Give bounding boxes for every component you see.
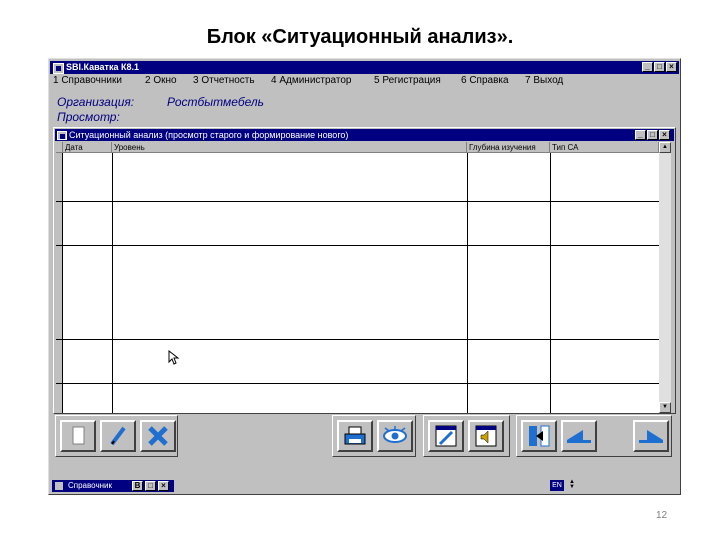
grid-line bbox=[550, 153, 551, 413]
menu-item-help[interactable]: 6 Справка bbox=[461, 75, 509, 86]
scroll-down-icon[interactable]: ▼ bbox=[659, 402, 671, 413]
table-row[interactable] bbox=[56, 339, 659, 340]
column-header-depth[interactable]: Глубина изучения bbox=[467, 142, 550, 153]
printer-icon bbox=[344, 426, 366, 445]
language-indicator[interactable]: EN bbox=[550, 480, 564, 491]
situation-analysis-window: Ситуационный анализ (просмотр старого и … bbox=[53, 127, 676, 414]
child-close-button[interactable]: × bbox=[659, 130, 670, 140]
grid-line bbox=[467, 153, 468, 413]
corner-cell bbox=[56, 142, 63, 153]
minimize-button[interactable]: _ bbox=[642, 62, 653, 72]
edit-record-button[interactable] bbox=[100, 420, 136, 452]
maximize-button[interactable]: □ bbox=[654, 62, 665, 72]
child-maximize-button[interactable]: □ bbox=[647, 130, 658, 140]
child-minimize-button[interactable]: _ bbox=[635, 130, 646, 140]
menu-item-admin[interactable]: 4 Администратор bbox=[271, 75, 352, 86]
analysis-table[interactable]: Дата Уровень Глубина изучения Тип СА bbox=[56, 142, 659, 413]
org-label: Организация: bbox=[57, 95, 135, 109]
app-title: SBI.Каватка К8.1 bbox=[66, 62, 139, 72]
status-bar: Справочник B □ × EN ▲ ▼ bbox=[50, 479, 679, 493]
delete-x-icon bbox=[148, 426, 168, 446]
next-record-button[interactable] bbox=[633, 420, 669, 452]
child-window-icon bbox=[57, 131, 67, 140]
tools-icon bbox=[435, 425, 457, 447]
task-maximize-button[interactable]: □ bbox=[145, 481, 156, 491]
new-record-button[interactable] bbox=[60, 420, 96, 452]
eye-icon bbox=[383, 426, 407, 443]
menu-item-exit[interactable]: 7 Выход bbox=[525, 75, 563, 86]
org-value: Ростбытмебель bbox=[167, 95, 264, 109]
menu-item-directories[interactable]: 1 Справочники bbox=[53, 75, 122, 86]
table-row[interactable] bbox=[56, 383, 659, 384]
arrow-right-icon bbox=[639, 430, 663, 443]
table-row[interactable] bbox=[56, 201, 659, 202]
child-titlebar[interactable]: Ситуационный анализ (просмотр старого и … bbox=[55, 129, 674, 141]
arrow-left-icon bbox=[567, 430, 591, 443]
column-header-level[interactable]: Уровень bbox=[112, 142, 467, 153]
speaker-icon bbox=[475, 425, 497, 447]
grid-line bbox=[62, 153, 63, 413]
slide-title: Блок «Ситуационный анализ». bbox=[206, 26, 514, 48]
view-tool-group bbox=[332, 415, 416, 457]
door-exit-icon bbox=[529, 425, 550, 447]
close-button[interactable]: × bbox=[666, 62, 677, 72]
minimized-task[interactable]: Справочник B □ × bbox=[52, 480, 174, 492]
task-label: Справочник bbox=[68, 481, 112, 490]
exit-door-button[interactable] bbox=[521, 420, 557, 452]
navigation-tool-group bbox=[516, 415, 672, 457]
preview-button[interactable] bbox=[377, 420, 413, 452]
previous-record-button[interactable] bbox=[561, 420, 597, 452]
mouse-pointer-icon bbox=[168, 350, 180, 365]
table-row[interactable] bbox=[56, 245, 659, 246]
vertical-scrollbar[interactable]: ▲ ▼ bbox=[659, 142, 671, 413]
menu-item-window[interactable]: 2 Окно bbox=[145, 75, 177, 86]
language-switch-icon[interactable]: ▲ ▼ bbox=[568, 479, 576, 491]
child-title: Ситуационный анализ (просмотр старого и … bbox=[69, 130, 349, 140]
page-number: 12 bbox=[656, 510, 668, 521]
app-titlebar[interactable]: SBI.Каватка К8.1 _ □ × bbox=[50, 61, 679, 74]
scroll-up-icon[interactable]: ▲ bbox=[659, 142, 671, 153]
menu-item-registration[interactable]: 5 Регистрация bbox=[374, 75, 441, 86]
tools-tool-group bbox=[423, 415, 510, 457]
column-header-date[interactable]: Дата bbox=[63, 142, 112, 153]
app-icon bbox=[53, 63, 64, 74]
app-window: SBI.Каватка К8.1 _ □ × 1 Справочники 2 О… bbox=[48, 58, 681, 495]
toolbar bbox=[53, 415, 676, 457]
task-restore-button[interactable]: B bbox=[132, 481, 143, 491]
task-close-button[interactable]: × bbox=[158, 481, 169, 491]
new-document-icon bbox=[72, 426, 85, 445]
grid-line bbox=[112, 153, 113, 413]
delete-record-button[interactable] bbox=[140, 420, 176, 452]
settings-button[interactable] bbox=[428, 420, 464, 452]
print-button[interactable] bbox=[337, 420, 373, 452]
pencil-icon bbox=[110, 426, 126, 446]
edit-tool-group bbox=[55, 415, 178, 457]
task-icon bbox=[55, 482, 63, 490]
column-header-type[interactable]: Тип СА bbox=[550, 142, 659, 153]
view-label: Просмотр: bbox=[57, 110, 120, 124]
menu-item-reports[interactable]: 3 Отчетность bbox=[193, 75, 255, 86]
sound-button[interactable] bbox=[468, 420, 504, 452]
